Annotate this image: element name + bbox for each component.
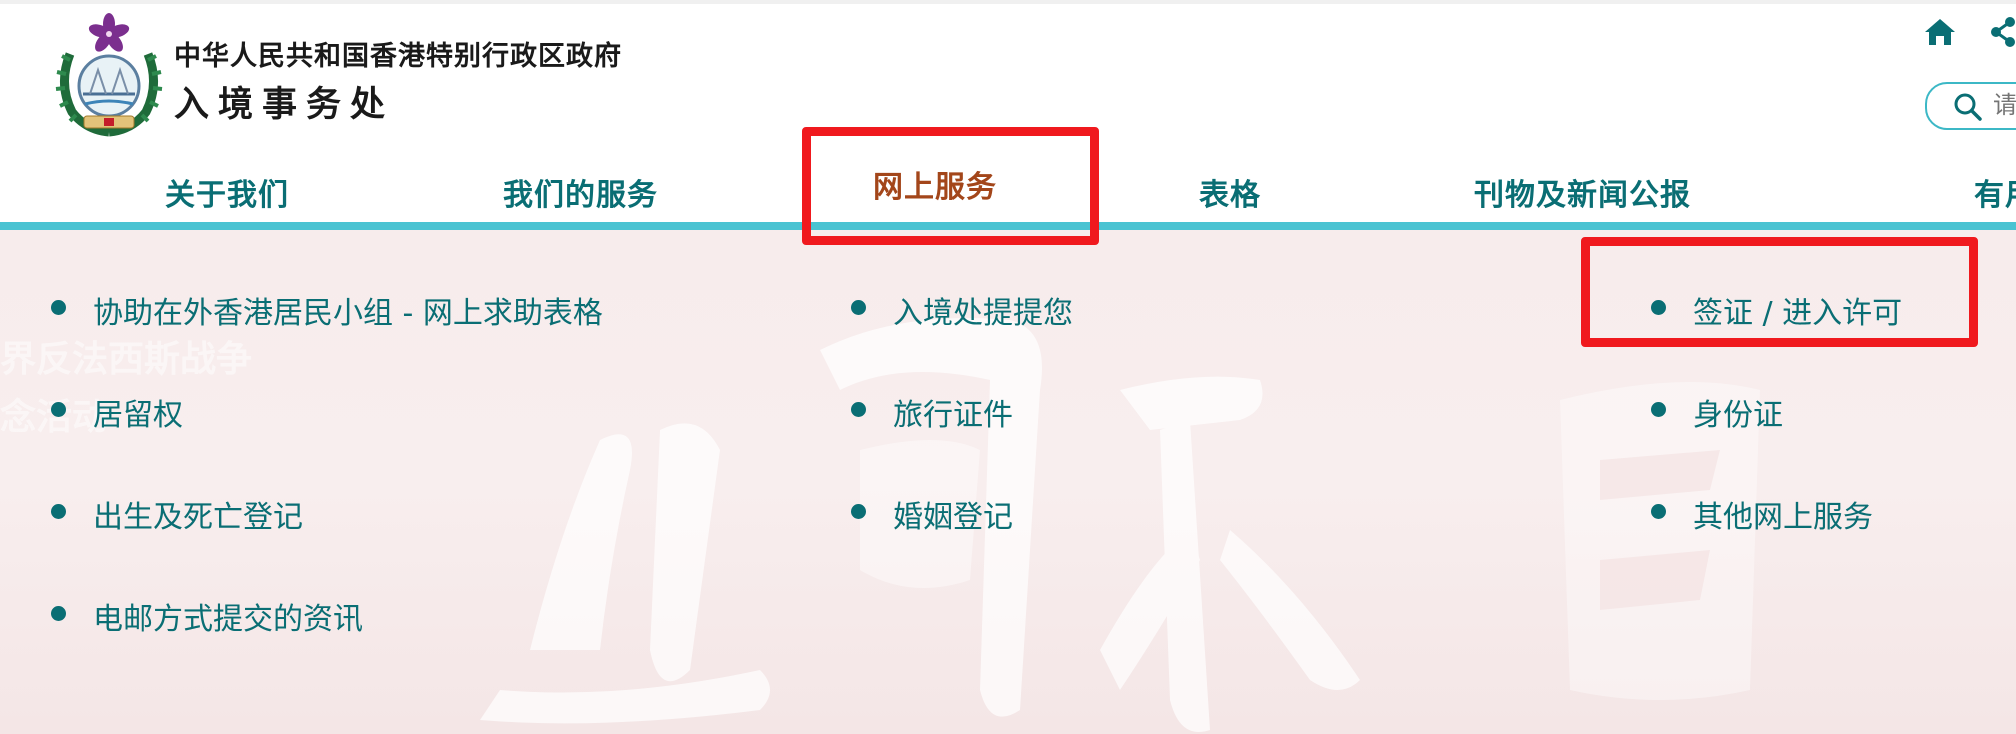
link-email-submission[interactable]: 电邮方式提交的资讯 [93,594,363,638]
government-title: 中华人民共和国香港特别行政区政府 [174,41,622,72]
link-immd-reminders[interactable]: 入境处提提您 [893,288,1073,332]
link-other-online-services[interactable]: 其他网上服务 [1693,492,1873,536]
bullet-icon [51,606,66,621]
department-title: 入境事务处 [174,85,395,125]
emblem-logo[interactable] [50,12,168,138]
bullet-icon [851,504,866,519]
bullet-icon [1651,402,1666,417]
link-overseas-assistance-form[interactable]: 协助在外香港居民小组 - 网上求助表格 [93,288,603,332]
nav-about-us[interactable]: 关于我们 [165,170,289,214]
nav-publications-press[interactable]: 刊物及新闻公报 [1474,170,1691,214]
link-identity-card[interactable]: 身份证 [1693,390,1783,434]
nav-our-services[interactable]: 我们的服务 [503,170,658,214]
home-icon[interactable] [1922,14,1958,50]
bullet-icon [1651,504,1666,519]
link-birth-death-registration[interactable]: 出生及死亡登记 [93,492,303,536]
highlight-box-online-services [802,127,1099,245]
top-border [0,0,2016,4]
share-icon[interactable] [1984,14,2016,50]
bullet-icon [51,504,66,519]
background-text-line-1: 界反法西斯战争 [0,339,253,380]
search-input[interactable] [1993,88,2016,122]
link-marriage-registration[interactable]: 婚姻登记 [893,492,1013,536]
nav-forms[interactable]: 表格 [1199,170,1261,214]
bullet-icon [51,402,66,417]
link-travel-documents[interactable]: 旅行证件 [893,390,1013,434]
search-box[interactable] [1925,82,2016,130]
highlight-box-visa-entry-permit [1581,237,1978,347]
bullet-icon [851,402,866,417]
nav-useful[interactable]: 有用 [1974,170,2016,214]
bullet-icon [51,300,66,315]
link-right-of-abode[interactable]: 居留权 [93,390,183,434]
search-icon[interactable] [1953,92,1983,122]
bullet-icon [851,300,866,315]
